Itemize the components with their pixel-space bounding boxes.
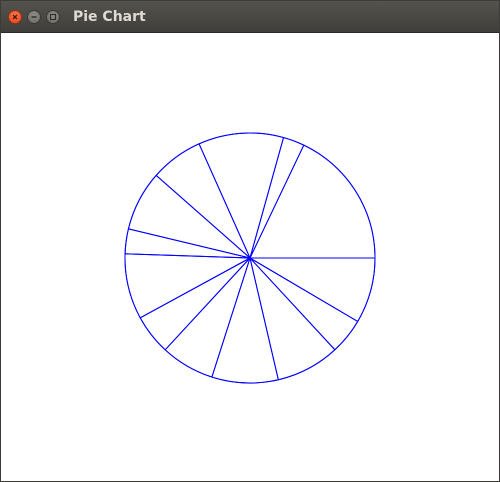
chart-canvas — [1, 33, 499, 481]
pie-slices — [124, 132, 376, 384]
close-icon — [12, 14, 18, 20]
pie-chart — [124, 132, 376, 384]
maximize-icon — [49, 13, 57, 21]
minimize-button[interactable] — [27, 10, 41, 24]
pie-slice-11 — [198, 132, 285, 260]
pie-slice-4 — [211, 256, 279, 384]
pie-slice-5 — [164, 257, 251, 378]
pie-slice-6 — [139, 257, 251, 351]
pie-slice-3 — [249, 256, 336, 381]
pie-slice-13 — [249, 144, 376, 259]
pie-slice-1 — [248, 257, 376, 323]
title-bar[interactable]: Pie Chart — [1, 1, 499, 33]
window-title: Pie Chart — [73, 9, 146, 25]
pie-slice-2 — [249, 257, 359, 351]
app-window: Pie Chart — [0, 0, 500, 482]
minimize-icon — [31, 16, 37, 18]
pie-slice-10 — [155, 143, 251, 259]
close-button[interactable] — [8, 10, 22, 24]
pie-slice-7 — [124, 253, 252, 319]
maximize-button[interactable] — [46, 10, 60, 24]
